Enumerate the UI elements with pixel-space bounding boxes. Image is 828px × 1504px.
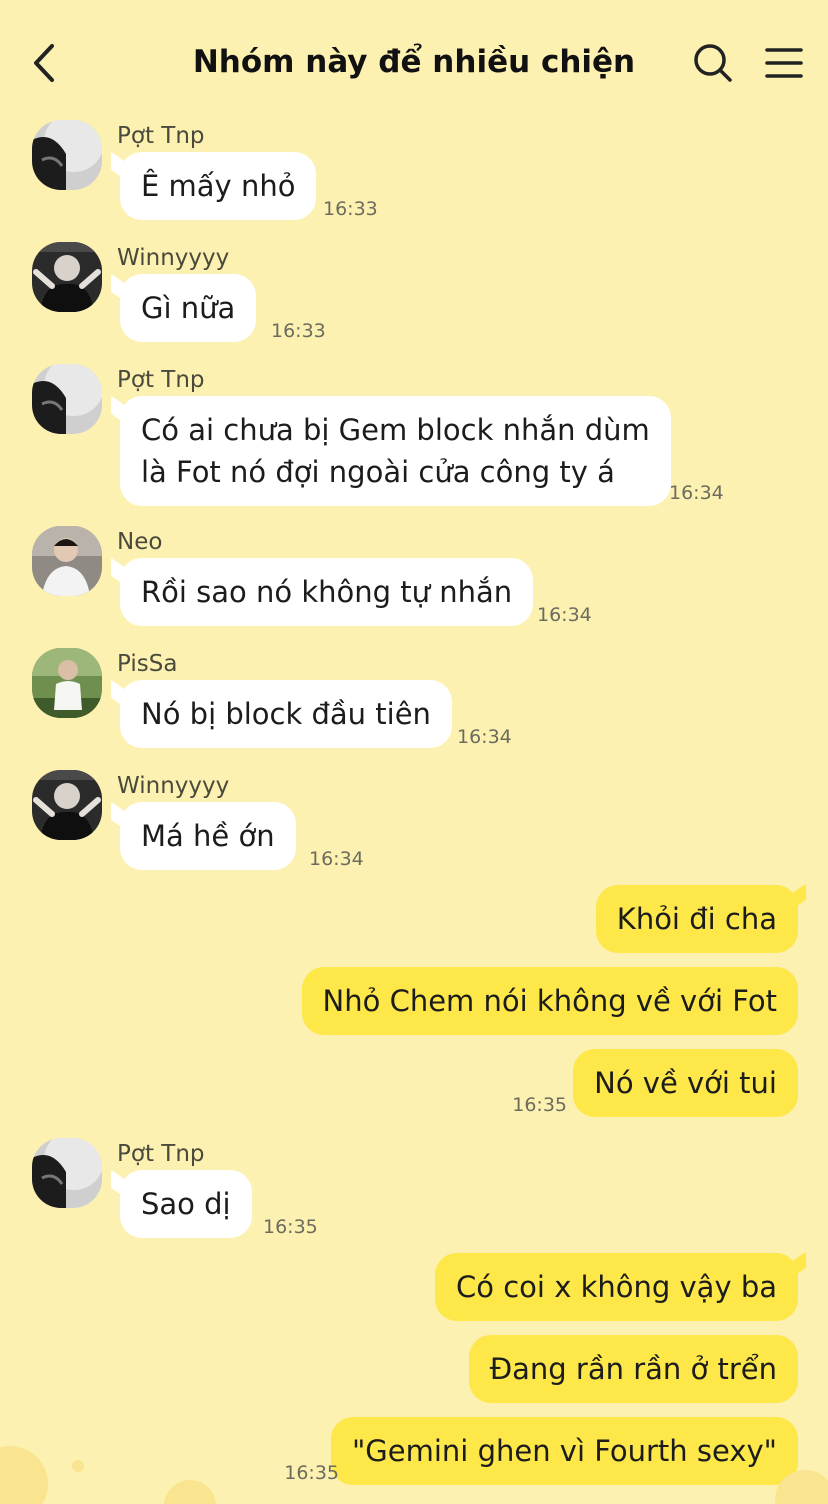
message-time: 16:34 (309, 848, 364, 870)
message-bubble[interactable]: Nó bị block đầu tiên (120, 680, 452, 748)
message-time: 16:35 (263, 1216, 318, 1238)
message-text: Đang rần rần ở trển (489, 1352, 777, 1386)
message-text-line: là Fot nó đợi ngoài cửa công ty á (141, 455, 615, 489)
search-icon[interactable] (692, 42, 734, 84)
message-bubble[interactable]: Gì nữa (120, 274, 257, 342)
sender-name: Winnyyyy (117, 245, 230, 271)
message-text: "Gemini ghen vì Fourth sexy" (351, 1434, 777, 1468)
message-bubble-outgoing[interactable]: Nó về với tui (573, 1049, 798, 1117)
message-text: Gì nữa (141, 291, 236, 325)
hamburger-menu-icon[interactable] (764, 44, 804, 82)
avatar[interactable] (32, 120, 102, 190)
message-text: Nó về với tui (594, 1066, 777, 1100)
chevron-left-icon[interactable] (26, 40, 66, 86)
avatar[interactable] (32, 242, 102, 312)
message-text: Nhỏ Chem nói không về với Fot (322, 984, 777, 1018)
avatar[interactable] (32, 364, 102, 434)
sender-name: Pợt Tnp (117, 1141, 205, 1167)
message-time: 16:34 (537, 604, 592, 626)
message-text: Sao dị (141, 1187, 231, 1221)
message-bubble[interactable]: Má hề ớn (120, 802, 296, 870)
chat-header: Nhóm này để nhiều chiện (0, 0, 828, 120)
avatar[interactable] (32, 770, 102, 840)
message-text-line: Có ai chưa bị Gem block nhắn dùm (141, 413, 650, 447)
sender-name: PisSa (117, 651, 178, 677)
message-time: 16:34 (669, 482, 724, 504)
chat-title: Nhóm này để nhiều chiện (192, 44, 636, 80)
sender-name: Pợt Tnp (117, 367, 205, 393)
message-text: Nó bị block đầu tiên (141, 697, 431, 731)
sender-name: Neo (117, 529, 163, 555)
message-bubble-outgoing[interactable]: Nhỏ Chem nói không về với Fot (301, 967, 798, 1035)
message-text: Má hề ớn (141, 819, 275, 853)
message-bubble[interactable]: Ê mấy nhỏ (120, 152, 317, 220)
message-bubble[interactable]: Có ai chưa bị Gem block nhắn dùm là Fot … (120, 396, 671, 506)
message-bubble[interactable]: Rồi sao nó không tự nhắn (120, 558, 534, 626)
avatar[interactable] (32, 526, 102, 596)
message-bubble-outgoing[interactable]: Đang rần rần ở trển (468, 1335, 798, 1403)
avatar[interactable] (32, 1138, 102, 1208)
message-time: 16:34 (457, 726, 512, 748)
message-text: Rồi sao nó không tự nhắn (141, 575, 513, 609)
sender-name: Pợt Tnp (117, 123, 205, 149)
message-time: 16:35 (512, 1094, 567, 1116)
message-text: Có coi x không vậy ba (456, 1270, 777, 1304)
message-text: Khỏi đi cha (616, 902, 777, 936)
message-time: 16:33 (323, 198, 378, 220)
message-bubble-outgoing[interactable]: "Gemini ghen vì Fourth sexy" (330, 1417, 798, 1485)
message-time: 16:33 (271, 320, 326, 342)
message-time: 16:35 (284, 1462, 339, 1484)
message-bubble-outgoing[interactable]: Có coi x không vậy ba (435, 1253, 798, 1321)
message-bubble-outgoing[interactable]: Khỏi đi cha (595, 885, 798, 953)
avatar[interactable] (32, 648, 102, 718)
message-bubble[interactable]: Sao dị (120, 1170, 252, 1238)
message-text: Ê mấy nhỏ (141, 169, 296, 203)
sender-name: Winnyyyy (117, 773, 230, 799)
